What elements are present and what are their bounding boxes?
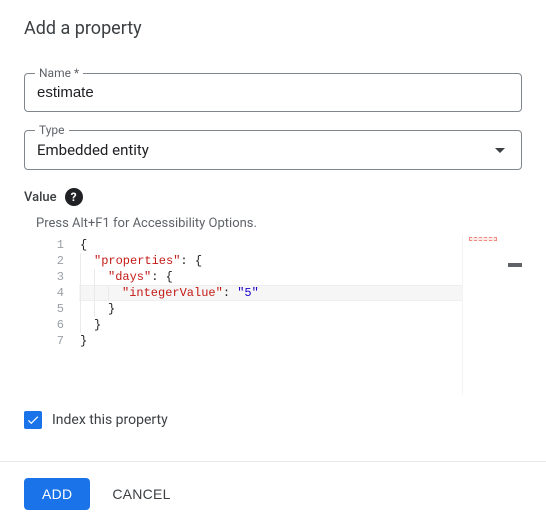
code-gutter: 1 2 3 4 5 6 7 bbox=[24, 235, 80, 351]
line-number: 2 bbox=[24, 253, 64, 269]
dialog-actions: ADD CANCEL bbox=[0, 462, 546, 526]
chevron-down-icon bbox=[495, 148, 505, 153]
minimap-marker bbox=[469, 237, 497, 241]
name-field-label: Name * bbox=[35, 66, 83, 80]
line-number: 5 bbox=[24, 301, 64, 317]
index-checkbox[interactable] bbox=[24, 411, 42, 429]
name-input[interactable] bbox=[25, 74, 521, 111]
dialog-title: Add a property bbox=[0, 0, 546, 47]
dialog-content: Name * Type Embedded entity Value ? Pres… bbox=[0, 47, 546, 433]
cancel-button[interactable]: CANCEL bbox=[98, 478, 184, 510]
value-section: Value ? Press Alt+F1 for Accessibility O… bbox=[24, 188, 522, 395]
help-icon[interactable]: ? bbox=[65, 188, 83, 206]
line-number: 7 bbox=[24, 333, 64, 349]
line-number: 1 bbox=[24, 237, 64, 253]
code-content[interactable]: { "properties": { "days": { "integerValu… bbox=[80, 235, 522, 351]
value-label: Value bbox=[24, 190, 57, 205]
index-checkbox-label: Index this property bbox=[52, 412, 168, 428]
line-number: 4 bbox=[24, 285, 64, 301]
index-checkbox-row[interactable]: Index this property bbox=[24, 407, 522, 433]
type-select[interactable]: Embedded entity bbox=[25, 131, 521, 169]
value-label-row: Value ? bbox=[24, 188, 522, 206]
type-field-label: Type bbox=[35, 123, 69, 137]
code-editor[interactable]: 1 2 3 4 5 6 7 { "properties": { "days": … bbox=[24, 235, 522, 395]
editor-scrollbar[interactable] bbox=[508, 235, 522, 395]
add-button[interactable]: ADD bbox=[24, 478, 90, 510]
type-selected-value: Embedded entity bbox=[37, 141, 149, 159]
line-number: 6 bbox=[24, 317, 64, 333]
a11y-hint: Press Alt+F1 for Accessibility Options. bbox=[24, 212, 522, 235]
type-select-wrap[interactable]: Type Embedded entity bbox=[24, 130, 522, 170]
check-icon bbox=[26, 413, 40, 427]
line-number: 3 bbox=[24, 269, 64, 285]
scrollbar-thumb[interactable] bbox=[508, 263, 522, 267]
name-field-wrap: Name * bbox=[24, 73, 522, 112]
